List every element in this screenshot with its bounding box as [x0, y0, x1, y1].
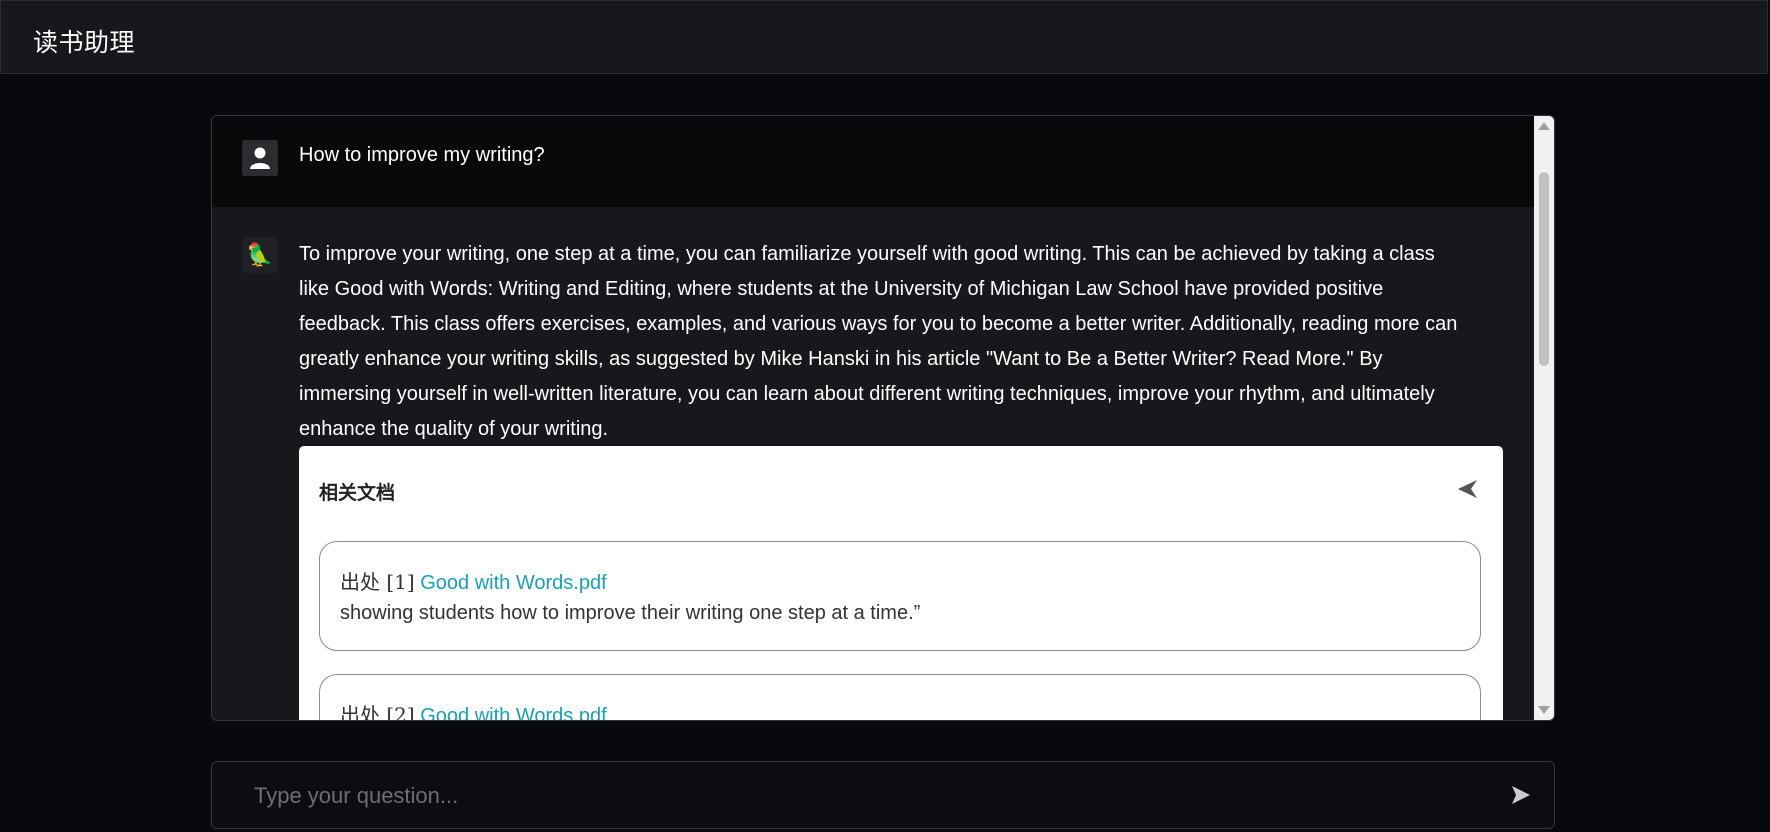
scroll-thumb[interactable] — [1539, 172, 1549, 366]
source-snippet: showing students how to improve their wr… — [340, 602, 921, 624]
user-icon — [242, 140, 278, 176]
scroll-up-arrow-icon[interactable] — [1538, 122, 1550, 130]
scroll-down-arrow-icon[interactable] — [1538, 706, 1550, 714]
question-input[interactable] — [252, 778, 1456, 814]
related-docs-title: 相关文档 — [319, 482, 396, 504]
source-label: 出处 [1] — [340, 570, 415, 594]
question-input-bar — [211, 761, 1555, 829]
source-header: 出处 [1] Good with Words.pdf — [340, 566, 607, 595]
send-icon[interactable] — [1510, 784, 1532, 806]
source-label: 出处 [2] — [340, 703, 415, 721]
collapse-triangle-icon[interactable] — [1455, 476, 1481, 502]
related-docs-card: 相关文档 出处 [1] Good with Words.pdf showing … — [299, 446, 1503, 721]
source-header: 出处 [2] Good with Words.pdf — [340, 699, 607, 721]
app-title: 读书助理 — [33, 28, 136, 57]
source-item: 出处 [2] Good with Words.pdf — [319, 674, 1481, 721]
user-message-text: How to improve my writing? — [299, 144, 545, 166]
chat-panel: How to improve my writing? 🦜 To improve … — [211, 115, 1555, 721]
assistant-message-text: To improve your writing, one step at a t… — [299, 243, 1458, 440]
source-link[interactable]: Good with Words.pdf — [420, 705, 606, 720]
source-link[interactable]: Good with Words.pdf — [420, 572, 606, 594]
user-message-row: How to improve my writing? — [212, 116, 1534, 207]
parrot-icon: 🦜 — [242, 237, 278, 273]
app-header: 读书助理 — [0, 0, 1768, 74]
chat-scrollbar[interactable] — [1534, 116, 1554, 720]
source-item: 出处 [1] Good with Words.pdf showing stude… — [319, 541, 1481, 651]
